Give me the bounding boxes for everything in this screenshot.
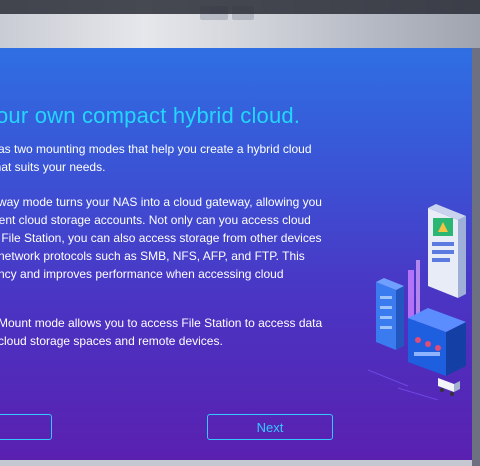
intro-text: has two mounting modes that help you cre… xyxy=(0,142,312,174)
monitor-icon xyxy=(428,204,466,298)
hybrid-cloud-dialog: our own compact hybrid cloud. has two mo… xyxy=(0,48,472,460)
gateway-mode-text: teway mode turns your NAS into a cloud g… xyxy=(0,195,322,281)
page-title: our own compact hybrid cloud. xyxy=(0,103,301,128)
mount-mode-text: e Mount mode allows you to access File S… xyxy=(0,316,323,348)
server-icon xyxy=(376,278,404,350)
window-edge xyxy=(472,48,480,466)
background-toolbar xyxy=(0,0,480,14)
cart-icon xyxy=(438,378,460,396)
back-button[interactable] xyxy=(0,414,52,440)
next-button[interactable]: Next xyxy=(207,414,333,440)
hybrid-cloud-illustration-icon xyxy=(368,204,466,400)
nas-icon xyxy=(408,308,466,376)
screen: our own compact hybrid cloud. has two mo… xyxy=(0,0,480,466)
taskbar-strip xyxy=(0,460,472,466)
